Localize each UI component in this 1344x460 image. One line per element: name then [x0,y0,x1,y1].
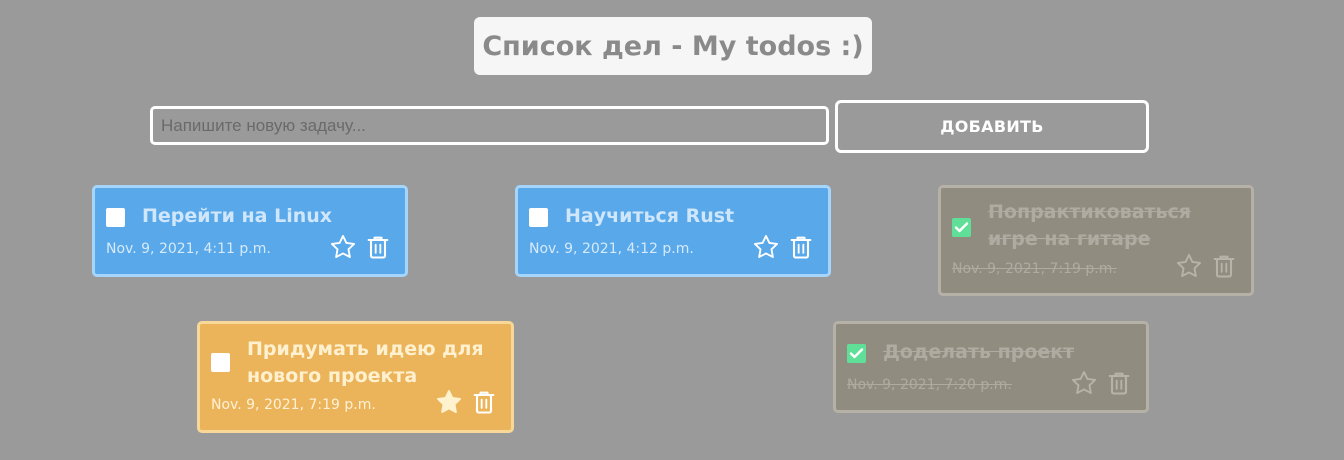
todo-date: Nov. 9, 2021, 7:20 p.m. [847,377,1012,393]
checkbox-icon[interactable] [106,208,125,227]
star-icon[interactable] [329,233,357,261]
star-icon[interactable] [752,233,780,261]
todo-date: Nov. 9, 2021, 7:19 p.m. [211,397,376,413]
checkmark-icon [954,222,969,233]
todo-date: Nov. 9, 2021, 7:19 p.m. [952,261,1117,277]
star-icon[interactable] [1070,369,1098,397]
trash-icon[interactable] [787,233,815,261]
page-title: Список дел - My todos :) [474,17,872,75]
checkmark-icon [849,348,864,359]
todo-date: Nov. 9, 2021, 4:11 p.m. [106,241,271,257]
todo-title: Попрактиковаться игре на гитаре [988,201,1192,250]
trash-icon[interactable] [470,388,498,416]
checkbox-icon[interactable] [211,353,230,372]
add-task-button[interactable]: ДОБАВИТЬ [835,100,1149,153]
checkbox-icon[interactable] [529,208,548,227]
todo-card: Перейти на Linux Nov. 9, 2021, 4:11 p.m. [92,185,408,277]
todo-title: Доделать проект [883,341,1075,363]
todo-title: Придумать идею для нового проекта [247,338,484,387]
trash-icon[interactable] [364,233,392,261]
todo-title: Перейти на Linux [142,205,333,227]
todo-card: Доделать проект Nov. 9, 2021, 7:20 p.m. [833,321,1149,413]
checkbox-icon[interactable] [952,218,971,237]
checkbox-icon[interactable] [847,344,866,363]
todo-title: Научиться Rust [565,205,735,227]
todo-card: Попрактиковаться игре на гитаре Nov. 9, … [938,185,1254,296]
new-task-input[interactable] [150,106,829,145]
todo-date: Nov. 9, 2021, 4:12 p.m. [529,241,694,257]
star-icon[interactable] [1175,252,1203,280]
star-icon[interactable] [435,388,463,416]
todo-card: Научиться Rust Nov. 9, 2021, 4:12 p.m. [515,185,831,277]
trash-icon[interactable] [1105,369,1133,397]
trash-icon[interactable] [1210,252,1238,280]
todo-card: Придумать идею для нового проекта Nov. 9… [197,321,514,433]
